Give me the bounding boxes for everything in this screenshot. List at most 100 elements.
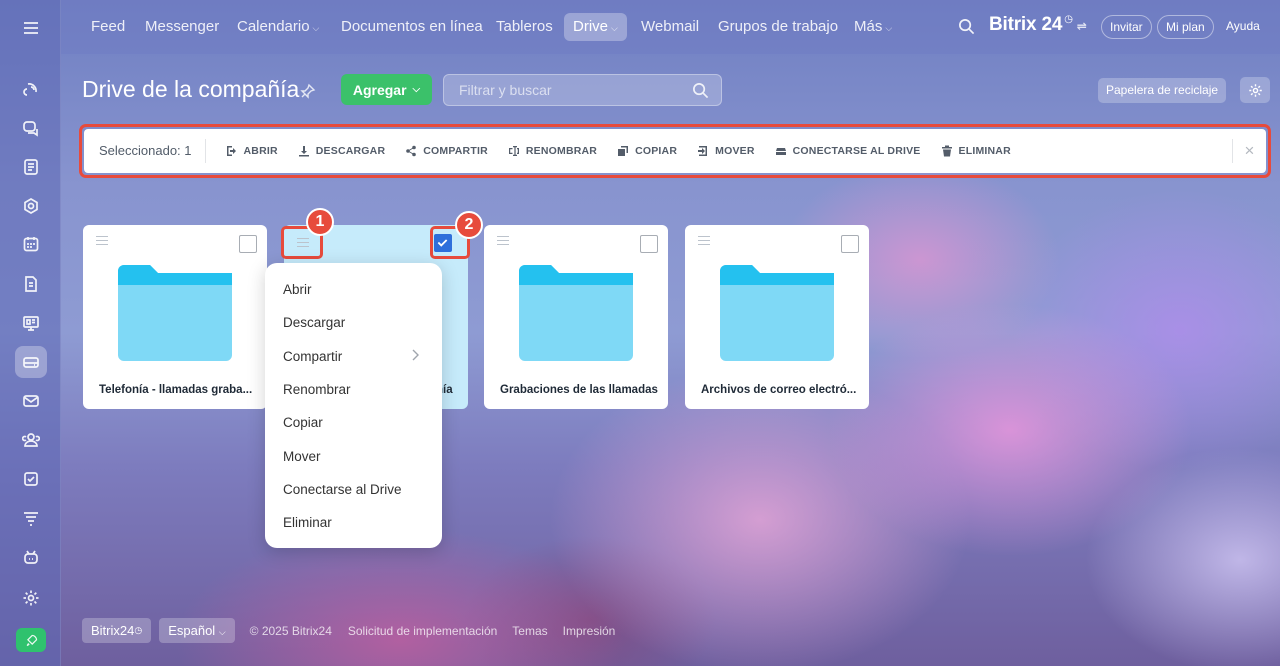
drive-connect-icon (775, 148, 786, 155)
chevron-down-icon: ⌵ (885, 23, 893, 33)
folder-name[interactable]: Grabaciones de las llamadas (500, 384, 658, 396)
folder-card[interactable]: Grabaciones de las llamadas (484, 225, 668, 409)
footer-brand-label: Bitrix24 (91, 623, 135, 638)
clock-icon: ◷ (1064, 14, 1073, 25)
pin-icon[interactable] (300, 83, 316, 99)
menu-item-renombrar[interactable]: Renombrar (283, 382, 351, 397)
help-button[interactable]: Ayuda (1218, 15, 1268, 39)
close-icon[interactable]: × (1232, 139, 1266, 163)
menu-item-eliminar[interactable]: Eliminar (283, 515, 332, 530)
left-sidebar (0, 0, 61, 666)
action-open[interactable]: ABRIR (226, 145, 278, 157)
menu-item-descargar[interactable]: Descargar (283, 315, 345, 330)
my-plan-button[interactable]: Mi plan (1157, 15, 1214, 39)
menu-item-conectarse[interactable]: Conectarse al Drive (283, 482, 402, 497)
sliders-icon: ⇌ (1076, 19, 1087, 33)
move-icon (698, 146, 708, 156)
search-placeholder: Filtrar y buscar (459, 82, 552, 98)
nav-calendario-label: Calendario (237, 18, 310, 35)
language-label: Español (168, 623, 216, 638)
implementation-link[interactable]: Solicitud de implementación (348, 624, 497, 638)
invite-button[interactable]: Invitar (1101, 15, 1152, 39)
nav-drive[interactable]: Drive ⌵ (564, 13, 627, 41)
boards-icon[interactable] (15, 307, 47, 339)
nav-webmail[interactable]: Webmail (641, 13, 699, 41)
chevron-down-icon: ⌵ (218, 627, 226, 637)
nav-drive-label: Drive (573, 18, 609, 35)
settings-button[interactable] (1240, 77, 1270, 103)
rocket-icon[interactable] (16, 628, 46, 652)
drag-handle-icon[interactable] (96, 236, 108, 246)
action-share-label: COMPARTIR (423, 145, 488, 157)
chevron-down-icon: ⌵ (611, 23, 618, 33)
nav-calendario[interactable]: Calendario ⌵ (237, 13, 319, 41)
action-rename[interactable]: RENOMBRAR (508, 145, 597, 157)
folder-card[interactable]: Archivos de correo electró... (685, 225, 869, 409)
action-connect-drive[interactable]: CONECTARSE AL DRIVE (775, 145, 921, 157)
documents-icon[interactable] (15, 268, 47, 300)
action-download[interactable]: DESCARGAR (298, 145, 385, 157)
open-icon (226, 146, 236, 156)
groups-icon[interactable] (15, 190, 47, 222)
menu-item-compartir[interactable]: Compartir (283, 349, 342, 364)
drag-handle-icon[interactable] (698, 236, 710, 246)
nav-mas[interactable]: Más ⌵ (854, 13, 892, 41)
recycle-bin-button[interactable]: Papelera de reciclaje (1098, 78, 1227, 103)
menu-item-abrir[interactable]: Abrir (283, 282, 312, 297)
drive-icon[interactable] (15, 346, 47, 378)
themes-link[interactable]: Temas (512, 624, 547, 638)
menu-item-mover[interactable]: Mover (283, 449, 321, 464)
action-download-label: DESCARGAR (315, 145, 386, 157)
chevron-down-icon: ⌵ (312, 23, 320, 33)
checklist-icon[interactable] (15, 463, 47, 495)
search-icon[interactable] (958, 18, 975, 35)
nav-messenger[interactable]: Messenger (145, 13, 219, 41)
rename-icon (508, 146, 519, 156)
filter-icon[interactable] (15, 502, 47, 534)
checkbox[interactable] (841, 235, 859, 253)
nav-tableros[interactable]: Tableros (496, 13, 553, 41)
settings-icon[interactable] (15, 582, 47, 614)
action-share[interactable]: COMPARTIR (405, 145, 488, 157)
action-delete[interactable]: ELIMINAR (941, 145, 1011, 157)
calendar-icon[interactable] (15, 228, 47, 260)
trash-icon (941, 145, 952, 157)
nav-documentos[interactable]: Documentos en línea (341, 13, 483, 41)
tasks-icon[interactable] (15, 151, 47, 183)
annotation-badge-1: 1 (306, 208, 334, 236)
folder-name[interactable]: Telefonía - llamadas graba... (99, 384, 257, 396)
folder-card[interactable]: Telefonía - llamadas graba... (83, 225, 267, 409)
action-delete-label: ELIMINAR (958, 145, 1011, 157)
robot-icon[interactable] (15, 541, 47, 573)
checkbox[interactable] (239, 235, 257, 253)
checkbox[interactable] (640, 235, 658, 253)
nav-grupos[interactable]: Grupos de trabajo (718, 13, 838, 41)
nav-feed[interactable]: Feed (91, 13, 125, 41)
feed-icon[interactable] (15, 73, 47, 105)
drag-handle-icon[interactable] (497, 236, 509, 246)
chevron-down-icon: ⌵ (412, 84, 421, 95)
folder-icon (118, 265, 232, 361)
nav-mas-label: Más (854, 18, 883, 35)
copyright: © 2025 Bitrix24 (249, 623, 332, 638)
action-move-label: MOVER (715, 145, 755, 157)
search-input[interactable]: Filtrar y buscar (443, 74, 722, 106)
language-selector[interactable]: Español ⌵ (159, 618, 235, 643)
contacts-icon[interactable] (15, 424, 47, 456)
action-connect-drive-label: CONECTARSE AL DRIVE (792, 145, 921, 157)
action-open-label: ABRIR (243, 145, 278, 157)
mail-icon[interactable] (15, 385, 47, 417)
action-copy[interactable]: COPIAR (617, 145, 677, 157)
action-rename-label: RENOMBRAR (525, 145, 598, 157)
add-button-label: Agregar (352, 81, 407, 98)
menu-icon[interactable] (15, 12, 47, 44)
menu-item-copiar[interactable]: Copiar (283, 415, 323, 430)
folder-name[interactable]: Archivos de correo electró... (701, 384, 859, 396)
action-move[interactable]: MOVER (697, 145, 755, 157)
print-link[interactable]: Impresión (563, 624, 616, 638)
brand-logo[interactable]: Bitrix 24 ◷ ⇌ (989, 14, 1087, 36)
footer-brand[interactable]: Bitrix24◷ (82, 618, 152, 643)
footer: Bitrix24◷ Español ⌵ © 2025 Bitrix24 Soli… (82, 618, 615, 643)
add-button[interactable]: Agregar ⌵ (341, 74, 432, 105)
chat-icon[interactable] (15, 112, 47, 144)
